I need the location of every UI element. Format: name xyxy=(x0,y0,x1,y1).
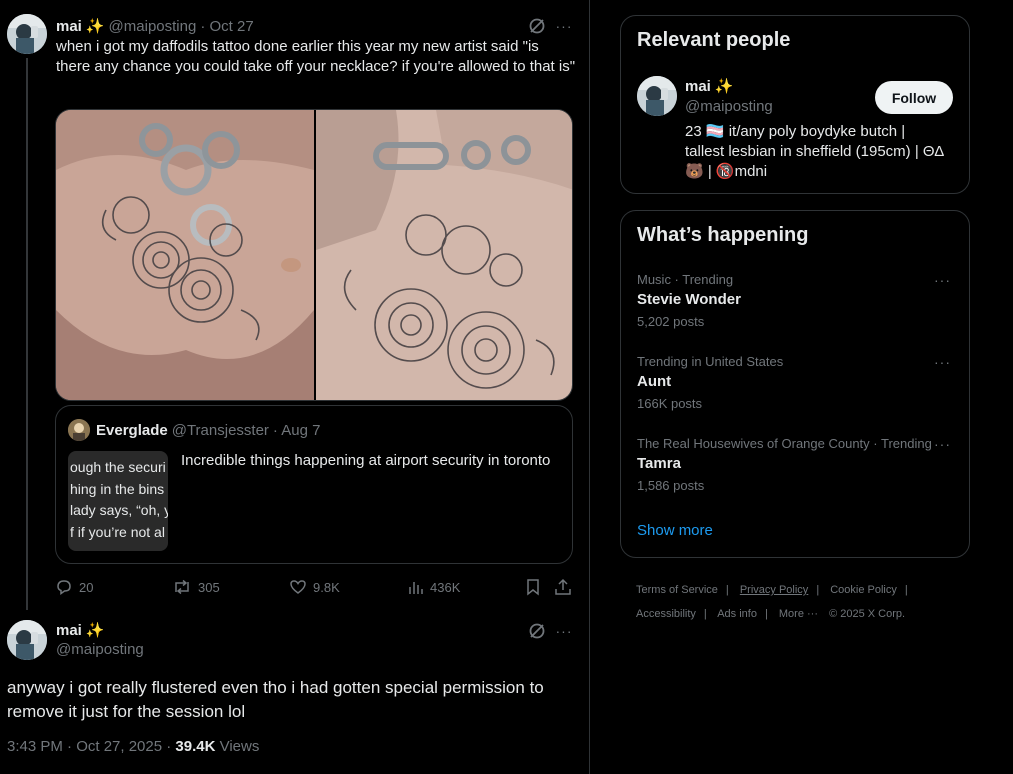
quote-text: Incredible things happening at airport s… xyxy=(181,452,551,469)
thread-connector xyxy=(26,58,28,610)
person-handle[interactable]: @maiposting xyxy=(685,98,773,115)
avatar[interactable] xyxy=(7,620,47,660)
timestamp-text[interactable]: 3:43 PM · Oct 27, 2025 · xyxy=(7,738,175,755)
right-sidebar: Relevant people mai ✨ @maiposting Follow… xyxy=(590,0,1013,774)
follow-button[interactable]: Follow xyxy=(875,81,953,114)
bio-line: tallest lesbian in sheffield (195cm) | Θ… xyxy=(685,143,945,160)
sparkle-icon: ✨ xyxy=(85,622,105,639)
repost-count: 305 xyxy=(198,579,220,595)
more-options-icon[interactable]: ··· xyxy=(554,16,574,36)
quote-tweet[interactable]: Everglade @Transjesster · Aug 7 ough the… xyxy=(55,405,573,564)
trend-context: Trending in United States xyxy=(637,354,784,369)
copyright: © 2025 X Corp. xyxy=(829,608,906,620)
terms-link[interactable]: Terms of Service xyxy=(636,584,718,596)
bookmark-button[interactable] xyxy=(525,576,541,598)
grok-icon[interactable] xyxy=(527,621,547,641)
avatar[interactable] xyxy=(7,14,47,54)
more-options-icon[interactable]: ··· xyxy=(934,436,951,452)
tattoo-photo-left[interactable] xyxy=(56,110,314,400)
reply-count: 20 xyxy=(79,579,94,595)
avatar[interactable] xyxy=(637,76,677,116)
repost-button[interactable]: 305 xyxy=(172,576,220,598)
thumb-line: hing in the bins xyxy=(70,480,165,497)
share-icon xyxy=(555,578,571,595)
author-handle[interactable]: @maiposting xyxy=(109,18,197,35)
quote-avatar[interactable] xyxy=(68,419,90,441)
cookie-link[interactable]: Cookie Policy xyxy=(830,584,897,596)
views-total: 39.4K xyxy=(175,738,216,755)
tattoo-photo-right[interactable] xyxy=(316,110,572,400)
share-button[interactable] xyxy=(554,576,572,598)
more-options-icon[interactable]: ··· xyxy=(554,621,574,641)
post-text: when i got my daffodils tattoo done earl… xyxy=(56,38,576,75)
trend-context: Music · Trending xyxy=(637,272,734,287)
action-bar: 20 305 9.8K 436K xyxy=(55,576,573,598)
trend-context: The Real Housewives of Orange County · T… xyxy=(637,436,932,451)
grok-icon[interactable] xyxy=(527,16,547,36)
tweet1-header: mai ✨ @maiposting · Oct 27 xyxy=(56,16,254,36)
whats-happening-card: What’s happening Music · Trending Stevie… xyxy=(620,210,970,558)
tweet2-header: mai ✨ xyxy=(56,620,105,640)
views-icon xyxy=(409,582,423,594)
main-column: mai ✨ @maiposting · Oct 27 ··· when i go… xyxy=(0,0,590,774)
trend-topic: Tamra xyxy=(637,455,681,472)
quote-author-handle[interactable]: @Transjesster xyxy=(172,422,269,439)
sparkle-icon: ✨ xyxy=(714,78,734,95)
trend-item[interactable]: The Real Housewives of Orange County · T… xyxy=(637,436,955,493)
like-count: 9.8K xyxy=(313,579,340,595)
more-options-icon[interactable]: ··· xyxy=(934,272,951,288)
views-label: Views xyxy=(215,738,260,755)
bio-line: 23 🏳️‍⚧️ it/any poly boydyke butch | xyxy=(685,123,906,140)
thumb-line: ough the securi xyxy=(70,459,166,475)
post-timestamp: 3:43 PM · Oct 27, 2025 · 39.4K Views xyxy=(7,738,259,755)
footer-links: Terms of Service | Privacy Policy | Cookie… xyxy=(636,584,908,620)
trend-count: 5,202 posts xyxy=(637,314,705,329)
trend-item[interactable]: Music · Trending Stevie Wonder 5,202 pos… xyxy=(637,272,955,329)
trend-topic: Stevie Wonder xyxy=(637,291,741,308)
thumb-line: lady says, “oh, y xyxy=(70,502,168,518)
media-grid xyxy=(55,109,573,401)
heart-icon xyxy=(290,580,306,594)
trend-count: 1,586 posts xyxy=(637,478,705,493)
bookmark-icon xyxy=(527,579,539,596)
views-button[interactable]: 436K xyxy=(408,576,460,598)
bio-line: 🐻 | 🔞mdni xyxy=(685,163,768,180)
trend-topic: Aunt xyxy=(637,373,672,390)
accessibility-link[interactable]: Accessibility xyxy=(636,608,696,620)
more-options-icon[interactable]: ··· xyxy=(934,354,951,370)
thumb-line: f if you’re not al xyxy=(70,523,165,540)
privacy-link[interactable]: Privacy Policy xyxy=(740,584,808,596)
author-handle[interactable]: @maiposting xyxy=(56,641,144,658)
person-name[interactable]: mai xyxy=(685,78,711,95)
show-more-link[interactable]: Show more xyxy=(637,522,713,539)
quote-header: Everglade @Transjesster · Aug 7 xyxy=(96,421,320,439)
person-bio: 23 🏳️‍⚧️ it/any poly boydyke butch | tal… xyxy=(685,122,965,182)
post-date[interactable]: · Oct 27 xyxy=(200,18,253,35)
author-name[interactable]: mai xyxy=(56,18,82,35)
views-count: 436K xyxy=(430,579,461,595)
reply-icon xyxy=(57,580,71,595)
like-button[interactable]: 9.8K xyxy=(289,576,340,598)
quote-date: · Aug 7 xyxy=(272,421,321,439)
quote-author-name[interactable]: Everglade xyxy=(96,422,168,439)
trend-count: 166K posts xyxy=(637,396,703,411)
more-link[interactable]: More ··· xyxy=(779,608,818,620)
relevant-people-title: Relevant people xyxy=(637,29,791,51)
trend-item[interactable]: Trending in United States Aunt 166K post… xyxy=(637,354,955,411)
author-name[interactable]: mai xyxy=(56,622,82,639)
main-post-text: anyway i got really flustered even tho i… xyxy=(7,678,544,721)
reply-button[interactable]: 20 xyxy=(55,576,93,598)
whats-happening-title: What’s happening xyxy=(637,224,809,246)
repost-icon xyxy=(175,579,189,595)
quote-thumbnail[interactable]: ough the securi hing in the bins lady sa… xyxy=(68,451,168,551)
relevant-people-card: Relevant people mai ✨ @maiposting Follow… xyxy=(620,15,970,194)
person-name-row: mai ✨ xyxy=(685,77,734,96)
ads-info-link[interactable]: Ads info xyxy=(717,608,757,620)
sparkle-icon: ✨ xyxy=(85,18,105,35)
